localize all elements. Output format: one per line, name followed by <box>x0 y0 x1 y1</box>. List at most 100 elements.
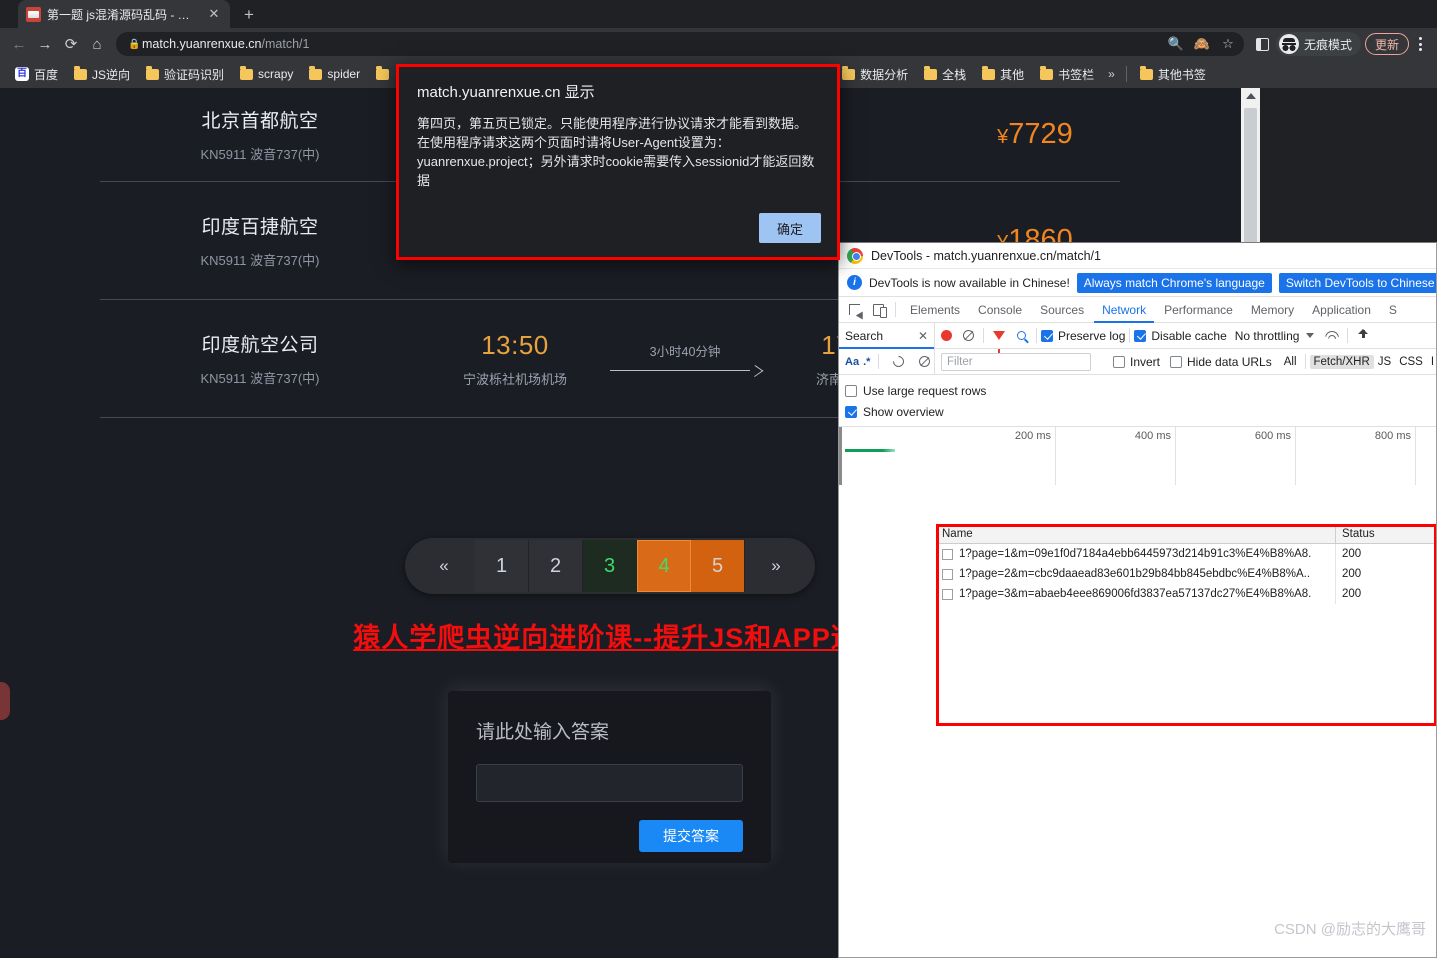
refresh-icon[interactable] <box>887 351 909 373</box>
pagination-page-4[interactable]: 4 <box>637 540 691 592</box>
close-icon[interactable]: ✕ <box>918 329 928 343</box>
new-tab-button[interactable]: + <box>238 4 260 26</box>
checkbox-icon[interactable] <box>1170 355 1183 368</box>
network-conditions-icon[interactable] <box>1321 325 1343 347</box>
airline-name: 印度航空公司 <box>201 335 319 356</box>
tabstrip-left-edge <box>0 0 18 28</box>
forward-icon[interactable]: → <box>32 31 58 57</box>
side-tab-handle[interactable] <box>0 682 10 720</box>
type-filter-all[interactable]: All <box>1280 355 1301 369</box>
bookmark-item-bar[interactable]: 书签栏 <box>1033 64 1101 85</box>
incognito-indicator[interactable]: 无痕模式 <box>1275 32 1361 56</box>
tab-title: 第一题 js混淆源码乱码 - 猿人学 <box>47 7 200 22</box>
filter-input[interactable]: Filter <box>941 352 1091 371</box>
throttling-select[interactable]: No throttling <box>1235 329 1300 343</box>
checkbox-icon[interactable] <box>845 405 857 418</box>
tab-network[interactable]: Network <box>1094 297 1154 323</box>
bookmark-item-js[interactable]: JS逆向 <box>67 64 137 85</box>
pagination-page-3[interactable]: 3 <box>583 540 637 592</box>
bookmark-item-other-bookmarks[interactable]: 其他书签 <box>1133 64 1213 85</box>
flight-price: ¥7729 <box>950 118 1120 151</box>
bookmark-label: 书签栏 <box>1058 67 1095 82</box>
invert-checkbox[interactable]: Invert <box>1113 355 1160 369</box>
checkbox-icon[interactable] <box>1134 329 1147 342</box>
back-icon[interactable]: ← <box>6 31 32 57</box>
close-icon[interactable]: ✕ <box>206 6 222 22</box>
use-large-rows-checkbox[interactable]: Use large request rows <box>845 380 1436 401</box>
tab-memory[interactable]: Memory <box>1243 297 1302 323</box>
bookmark-item-spider[interactable]: spider <box>302 65 367 83</box>
bookmark-item-other[interactable]: 其他 <box>975 64 1031 85</box>
folder-icon <box>982 66 996 80</box>
search-panel-tab[interactable]: Search ✕ <box>839 322 935 349</box>
device-toolbar-icon[interactable] <box>867 299 889 321</box>
tab-console[interactable]: Console <box>970 297 1030 323</box>
chevron-down-icon[interactable] <box>1299 325 1321 347</box>
switch-to-chinese-button[interactable]: Switch DevTools to Chinese <box>1278 272 1436 293</box>
airline-name: 北京首都航空 <box>201 111 319 132</box>
bookmark-label: 百度 <box>34 67 59 82</box>
tab-performance[interactable]: Performance <box>1156 297 1241 323</box>
funnel-icon[interactable] <box>988 325 1010 353</box>
kebab-menu-icon[interactable] <box>1409 31 1431 57</box>
incognito-label: 无痕模式 <box>1303 37 1352 52</box>
always-match-language-button[interactable]: Always match Chrome's language <box>1076 272 1272 293</box>
tab-sources[interactable]: Sources <box>1032 297 1092 323</box>
pagination-next[interactable]: » <box>745 540 807 592</box>
zoom-in-icon[interactable]: 🔍 <box>1164 33 1188 55</box>
regex-icon[interactable]: .* <box>863 356 870 368</box>
clear-icon[interactable] <box>957 325 979 347</box>
bookmark-item-baidu[interactable]: 百 百度 <box>8 64 65 85</box>
type-filter-js[interactable]: JS <box>1374 355 1395 369</box>
eye-off-icon[interactable]: 🙈 <box>1190 33 1214 55</box>
sidebar-icon[interactable] <box>1250 31 1276 57</box>
checkbox-icon[interactable] <box>1041 329 1053 342</box>
bookmark-item-data-analysis[interactable]: 数据分析 <box>835 64 915 85</box>
import-har-icon[interactable] <box>1352 325 1374 347</box>
pagination-page-1[interactable]: 1 <box>475 540 529 592</box>
dialog-ok-button[interactable]: 确定 <box>759 213 821 243</box>
star-icon[interactable]: ☆ <box>1216 33 1240 55</box>
scroll-up-icon[interactable] <box>1245 93 1256 99</box>
bookmarks-overflow-icon[interactable]: » <box>1103 67 1120 81</box>
scrollbar-thumb[interactable] <box>1244 108 1257 258</box>
match-case-icon[interactable]: Aa <box>845 356 859 368</box>
flight-airline: 印度百捷航空 KN5911 波音737(中) <box>100 212 420 269</box>
tab-application[interactable]: Application <box>1304 297 1379 323</box>
pagination-page-5[interactable]: 5 <box>691 540 745 592</box>
home-icon[interactable]: ⌂ <box>84 31 110 57</box>
search-icon[interactable] <box>1010 325 1032 347</box>
record-icon[interactable] <box>935 325 957 347</box>
browser-tab[interactable]: 第一题 js混淆源码乱码 - 猿人学 ✕ <box>18 0 230 28</box>
inspect-element-icon[interactable] <box>843 299 865 321</box>
bookmark-item-scrapy[interactable]: scrapy <box>233 65 300 83</box>
clear-search-icon[interactable] <box>913 351 935 373</box>
checkbox-icon[interactable] <box>1113 355 1125 368</box>
submit-answer-button[interactable]: 提交答案 <box>639 820 743 852</box>
disable-cache-checkbox[interactable]: Disable cache <box>1134 329 1227 343</box>
type-filter-img[interactable]: I <box>1427 355 1436 369</box>
tab-elements[interactable]: Elements <box>902 297 968 323</box>
network-toolbar: Search ✕ Preserve log Disable cache No t… <box>839 322 1436 353</box>
bookmark-item-hidden[interactable] <box>369 66 396 82</box>
bookmark-item-captcha[interactable]: 验证码识别 <box>139 64 231 85</box>
pagination-prev[interactable]: « <box>413 540 475 592</box>
bookmark-item-fullstack[interactable]: 全栈 <box>917 64 973 85</box>
type-filter-css[interactable]: CSS <box>1395 355 1427 369</box>
hide-data-urls-checkbox[interactable]: Hide data URLs <box>1170 355 1272 369</box>
update-button[interactable]: 更新 <box>1364 33 1409 55</box>
tab-security[interactable]: S <box>1381 297 1405 323</box>
show-overview-checkbox[interactable]: Show overview <box>845 401 1436 422</box>
reload-icon[interactable]: ⟳ <box>58 31 84 57</box>
incognito-icon <box>1278 34 1299 54</box>
pagination-page-2[interactable]: 2 <box>529 540 583 592</box>
type-filter-fetch-xhr[interactable]: Fetch/XHR <box>1309 354 1374 369</box>
price-value: 7729 <box>1008 118 1073 150</box>
preserve-log-checkbox[interactable]: Preserve log <box>1041 329 1125 343</box>
search-panel-controls: Aa .* <box>839 348 935 375</box>
watermark: CSDN @励志的大鹰哥 <box>1274 921 1426 938</box>
answer-input[interactable] <box>476 764 743 802</box>
checkbox-icon[interactable] <box>845 384 857 397</box>
request-list-highlight <box>936 524 1436 726</box>
address-bar[interactable]: 🔒 match.yuanrenxue.cn/match/1 🔍 🙈 ☆ <box>116 32 1244 56</box>
